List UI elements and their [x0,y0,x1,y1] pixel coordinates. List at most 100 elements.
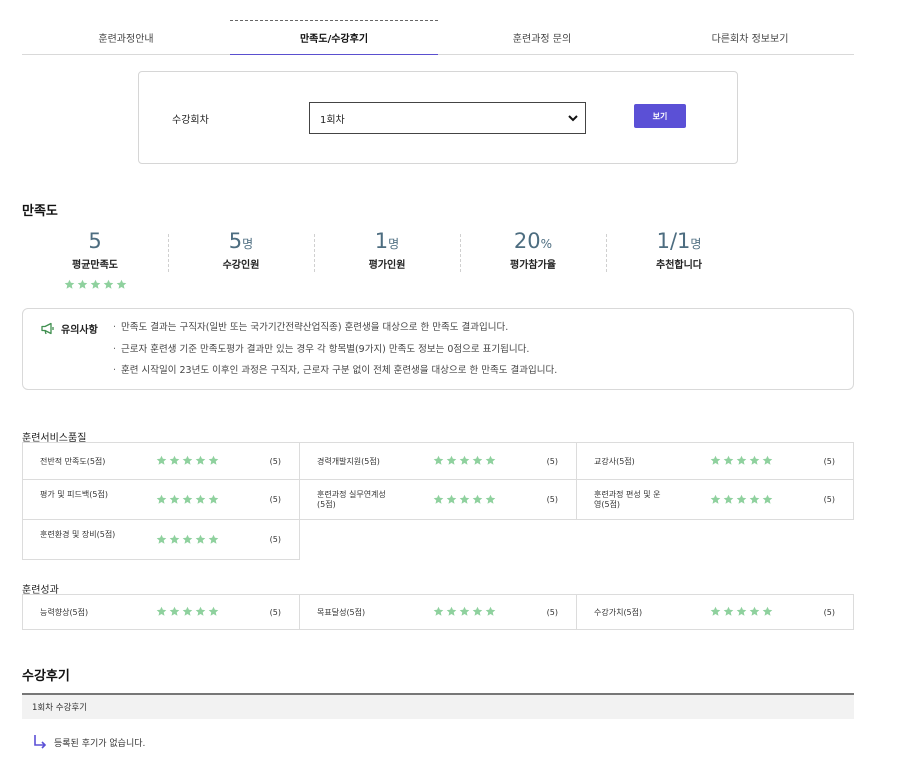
star-rating [156,494,219,505]
star-icon [64,279,75,290]
star-icon [90,279,101,290]
stat-label: 추천합니다 [656,260,702,271]
tab-course-inquiry[interactable]: 훈련과정 문의 [438,20,646,54]
rating-name: 전반적 만족도(5점) [40,457,106,466]
star-icon [208,606,219,617]
star-icon [446,606,457,617]
no-review-text: 등록된 후기가 없습니다. [54,738,146,749]
star-icon [208,534,219,545]
star-icon [485,494,496,505]
star-icon [156,606,167,617]
star-icon [710,455,721,466]
session-selector-panel: 수강회차 1회차 보기 [138,71,738,164]
stat-unit: 명 [242,237,254,251]
star-icon [433,455,444,466]
satisfaction-title: 만족도 [22,204,58,219]
stat-average-satisfaction: 5 평균만족도 [22,228,168,293]
stat-evaluators: 1명 평가인원 [314,228,460,293]
stat-label: 평균만족도 [72,260,118,271]
star-icon [472,455,483,466]
stat-label: 평가참가율 [510,260,556,271]
stat-unit: 명 [690,237,702,251]
reply-arrow-icon [34,735,47,749]
star-icon [103,279,114,290]
star-icon [195,606,206,617]
star-icon [169,534,180,545]
rating-cell: 교강사(5점) (5) [576,442,854,480]
no-review-message: 등록된 후기가 없습니다. [32,734,145,750]
star-icon [485,455,496,466]
star-icon [459,606,470,617]
star-icon [762,606,773,617]
rating-score: (5) [546,495,558,504]
star-rating [433,606,496,617]
rating-name: 훈련과정 실무연계성(5점) [317,490,386,509]
tab-course-info[interactable]: 훈련과정안내 [22,20,230,54]
rating-cell: 훈련환경 및 장비(5점) (5) [22,519,300,560]
rating-name: 수강가치(5점) [594,608,643,617]
rating-score: (5) [269,608,281,617]
star-rating [156,534,219,545]
rating-name: 능력향상(5점) [40,608,89,617]
star-icon [195,494,206,505]
reviews-title: 수강후기 [22,669,70,684]
star-icon [762,494,773,505]
star-rating [22,279,168,290]
notice-box: 유의사항 만족도 결과는 구직자(일반 또는 국가기간전략산업직종) 훈련생을 … [22,308,854,390]
service-quality-grid: 전반적 만족도(5점) (5) 경력개발지원(5점) (5) 교강사(5점) (… [22,442,854,560]
star-icon [459,494,470,505]
rating-score: (5) [823,495,835,504]
star-rating [710,455,773,466]
rating-score: (5) [269,495,281,504]
star-rating [433,455,496,466]
star-icon [485,606,496,617]
satisfaction-stats: 5 평균만족도 5명 수강인원 1명 평가인원 20% 평가참가율 1/1명 추… [22,228,812,293]
session-label: 수강회차 [172,115,209,126]
rating-cell: 경력개발지원(5점) (5) [299,442,577,480]
star-rating [156,606,219,617]
stat-value: 1 [374,229,389,253]
stat-label: 평가인원 [368,260,406,271]
star-icon [433,494,444,505]
notice-title: 유의사항 [61,325,98,336]
stat-unit: 명 [388,237,400,251]
stat-value: 1/1 [656,229,691,253]
rating-score: (5) [823,608,835,617]
rating-name: 훈련과정 편성 및 운영(5점) [594,490,661,509]
star-icon [77,279,88,290]
rating-name: 교강사(5점) [594,457,635,466]
star-icon [208,494,219,505]
star-icon [736,606,747,617]
star-icon [182,455,193,466]
star-icon [472,606,483,617]
star-icon [156,494,167,505]
star-icon [723,606,734,617]
star-icon [459,455,470,466]
stat-participation-rate: 20% 평가참가율 [460,228,606,293]
notice-header: 유의사항 [41,321,98,336]
notice-list: 만족도 결과는 구직자(일반 또는 국가기간전략산업직종) 훈련생을 대상으로 … [113,321,557,386]
stat-value: 5 [228,229,243,253]
stat-value: 5 [88,229,102,253]
view-button[interactable]: 보기 [634,104,686,128]
star-rating [710,606,773,617]
rating-cell: 수강가치(5점) (5) [576,594,854,630]
stat-value: 20 [513,229,541,253]
rating-name: 경력개발지원(5점) [317,457,380,466]
review-session-bar: 1회차 수강후기 [22,693,854,719]
star-icon [736,494,747,505]
star-rating [710,494,773,505]
stat-enrolled: 5명 수강인원 [168,228,314,293]
star-icon [182,534,193,545]
star-icon [156,455,167,466]
star-icon [749,455,760,466]
star-icon [762,455,773,466]
rating-score: (5) [546,608,558,617]
rating-cell: 목표달성(5점) (5) [299,594,577,630]
tab-satisfaction-reviews[interactable]: 만족도/수강후기 [230,20,438,55]
session-select[interactable]: 1회차 [309,102,586,134]
chevron-down-icon [568,115,578,122]
tab-other-sessions[interactable]: 다른회차 정보보기 [646,20,854,54]
star-icon [749,494,760,505]
star-icon [446,455,457,466]
